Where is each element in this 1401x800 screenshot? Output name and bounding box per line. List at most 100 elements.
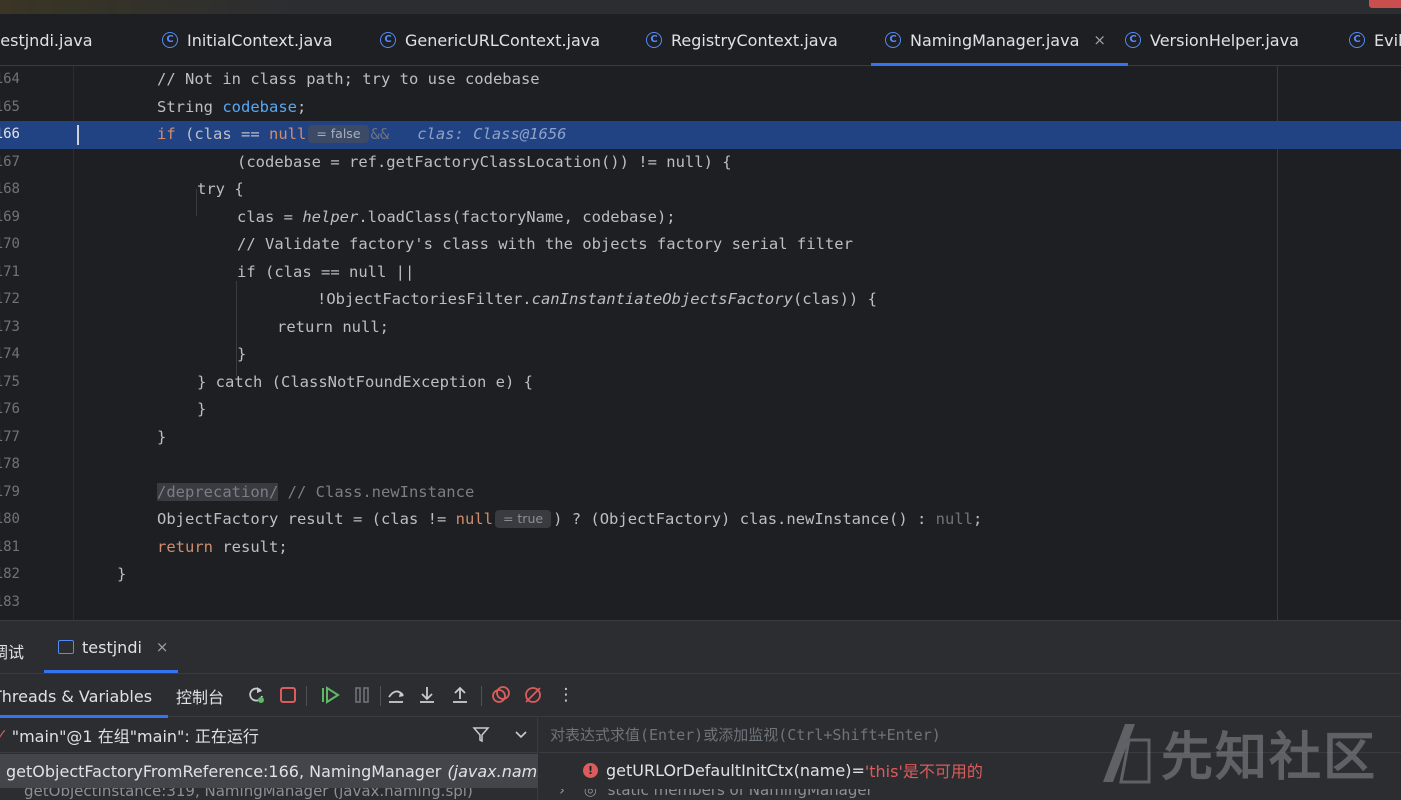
line-number: 178 [0, 456, 20, 472]
code-line[interactable]: 169 clas = helper.loadClass(factoryName,… [0, 204, 1401, 232]
close-icon[interactable]: × [1093, 31, 1106, 49]
error-icon: ! [583, 762, 598, 778]
stack-frame-selected[interactable]: getObjectFactoryFromReference:166, Namin… [0, 754, 538, 788]
watermark-logo-icon [1102, 723, 1151, 783]
code-line[interactable]: 168 try { [0, 176, 1401, 204]
code-text: try { [197, 180, 244, 198]
line-number: 181 [0, 538, 20, 555]
chevron-down-icon[interactable] [513, 725, 529, 747]
line-number: 173 [0, 318, 20, 335]
code-line[interactable]: 179 /deprecation/ // Class.newInstance [0, 479, 1401, 507]
line-number: 167 [0, 153, 20, 170]
code-line[interactable]: 167 (codebase = ref.getFactoryClassLocat… [0, 149, 1401, 177]
stop-icon[interactable] [278, 685, 298, 705]
code-line[interactable]: 165 String codebase; [0, 94, 1401, 122]
tab-testjndi[interactable]: testjndi.java [0, 14, 93, 66]
tab-label: testjndi.java [0, 30, 93, 50]
code-line[interactable]: 164 // Not in class path; try to use cod… [0, 66, 1401, 94]
mute-breakpoints-icon[interactable] [523, 685, 543, 705]
window-close-indicator[interactable] [1369, 0, 1401, 8]
code-text: return result; [157, 537, 288, 556]
thread-selector[interactable]: ✓ "main"@1 在组"main": 正在运行 [0, 717, 538, 753]
code-line[interactable]: 170 // Validate factory's class with the… [0, 231, 1401, 259]
step-into-icon[interactable] [417, 685, 437, 705]
frame-package: (javax.naming [447, 761, 538, 781]
code-line[interactable]: 175 } catch (ClassNotFoundException e) { [0, 369, 1401, 397]
chevron-right-icon[interactable]: › [559, 789, 565, 799]
line-number: 169 [0, 208, 20, 225]
static-icon: ◎ [583, 789, 597, 799]
class-icon: C [1349, 32, 1365, 48]
code-line[interactable]: 181 return result; [0, 534, 1401, 562]
inline-value-hint: = true [494, 510, 552, 528]
line-number: 174 [0, 346, 20, 362]
code-line[interactable]: 183 [0, 589, 1401, 617]
variable-equals: = [851, 760, 865, 780]
tab-label: GenericURLContext.java [405, 30, 601, 50]
toolbar-separator [481, 686, 482, 706]
code-line[interactable]: 182 } [0, 561, 1401, 589]
stack-frame[interactable]: getObjectInstance:319, NamingManager (ja… [0, 788, 538, 800]
code-line[interactable]: 173 return null; [0, 314, 1401, 342]
code-text: } [157, 427, 167, 446]
tab-versionhelper[interactable]: C VersionHelper.java [1125, 14, 1299, 66]
rerun-icon[interactable] [246, 685, 266, 705]
session-label: testjndi [82, 637, 142, 657]
code-line[interactable]: 178 [0, 451, 1401, 479]
line-number: 171 [0, 263, 20, 280]
view-breakpoints-icon[interactable] [491, 685, 511, 705]
code-line[interactable]: 174 } [0, 341, 1401, 369]
code-text: return null; [277, 317, 389, 336]
tab-debug-session[interactable]: testjndi × [44, 621, 178, 673]
tab-label: RegistryContext.java [671, 30, 838, 50]
variable-row[interactable]: › ◎ static members of NamingManager [559, 789, 873, 800]
line-number: 179 [0, 483, 20, 500]
line-number: 170 [0, 236, 20, 252]
variable-row[interactable]: ! getURLOrDefaultInitCtx(name) = 'this'是… [583, 755, 983, 785]
tab-threads-variables[interactable]: Threads & Variables [0, 674, 169, 718]
code-text: // Not in class path; try to use codebas… [157, 70, 540, 88]
code-line[interactable]: 176 } [0, 396, 1401, 424]
code-text: } [117, 565, 127, 583]
debug-title: 调试 [0, 643, 25, 662]
code-line[interactable]: 177 } [0, 424, 1401, 452]
step-over-icon[interactable] [386, 685, 406, 705]
tab-label: VersionHelper.java [1150, 30, 1299, 50]
code-text: clas = helper.loadClass(factoryName, cod… [237, 207, 676, 226]
tab-registrycontext[interactable]: C RegistryContext.java [646, 14, 838, 66]
code-line[interactable]: 180 ObjectFactory result = (clas != null… [0, 506, 1401, 534]
tab-genericurlcontext[interactable]: C GenericURLContext.java [380, 14, 600, 66]
tab-evil[interactable]: C Evil [1349, 14, 1401, 66]
more-options-icon[interactable]: ⋮ [556, 685, 576, 705]
code-line[interactable]: 171 if (clas == null || [0, 259, 1401, 287]
toolbar-separator [306, 686, 307, 706]
line-number: 166 [0, 126, 20, 142]
variable-name: getURLOrDefaultInitCtx(name) [606, 760, 852, 780]
resume-icon[interactable] [320, 685, 340, 705]
close-icon[interactable]: × [156, 638, 169, 656]
code-text: if (clas == null || [237, 262, 415, 281]
code-text: } [197, 400, 207, 418]
class-icon: C [646, 32, 662, 48]
thread-check-icon: ✓ [0, 726, 8, 743]
frames-pane: ✓ "main"@1 在组"main": 正在运行 getObjectFacto… [0, 717, 538, 800]
tab-console[interactable]: 控制台 [176, 674, 224, 718]
code-text: ObjectFactory result = (clas != null = tr… [157, 510, 983, 528]
code-line[interactable]: 172 !ObjectFactoriesFilter.canInstantiat… [0, 286, 1401, 314]
title-bar-accent [0, 0, 300, 14]
step-out-icon[interactable] [450, 685, 470, 705]
tab-namingmanager[interactable]: C NamingManager.java × [871, 14, 1128, 66]
class-icon: C [885, 32, 901, 48]
code-text: if (clas == null = false && clas: Class@16… [157, 125, 567, 143]
current-execution-line[interactable]: 166 if (clas == null= false&& clas: Clas… [0, 121, 1401, 149]
pause-icon[interactable] [352, 685, 372, 705]
tab-initialcontext[interactable]: C InitialContext.java [162, 14, 333, 66]
code-text: } catch (ClassNotFoundException e) { [197, 372, 533, 391]
code-editor[interactable]: 164 // Not in class path; try to use cod… [0, 66, 1401, 620]
code-text: } [237, 345, 247, 363]
line-number: 177 [0, 428, 20, 445]
tab-label: NamingManager.java [910, 30, 1080, 50]
debug-toolbar: Threads & Variables 控制台 ⋮ [0, 673, 1401, 718]
code-text: /deprecation/ // Class.newInstance [157, 482, 475, 501]
filter-icon[interactable] [472, 725, 490, 747]
